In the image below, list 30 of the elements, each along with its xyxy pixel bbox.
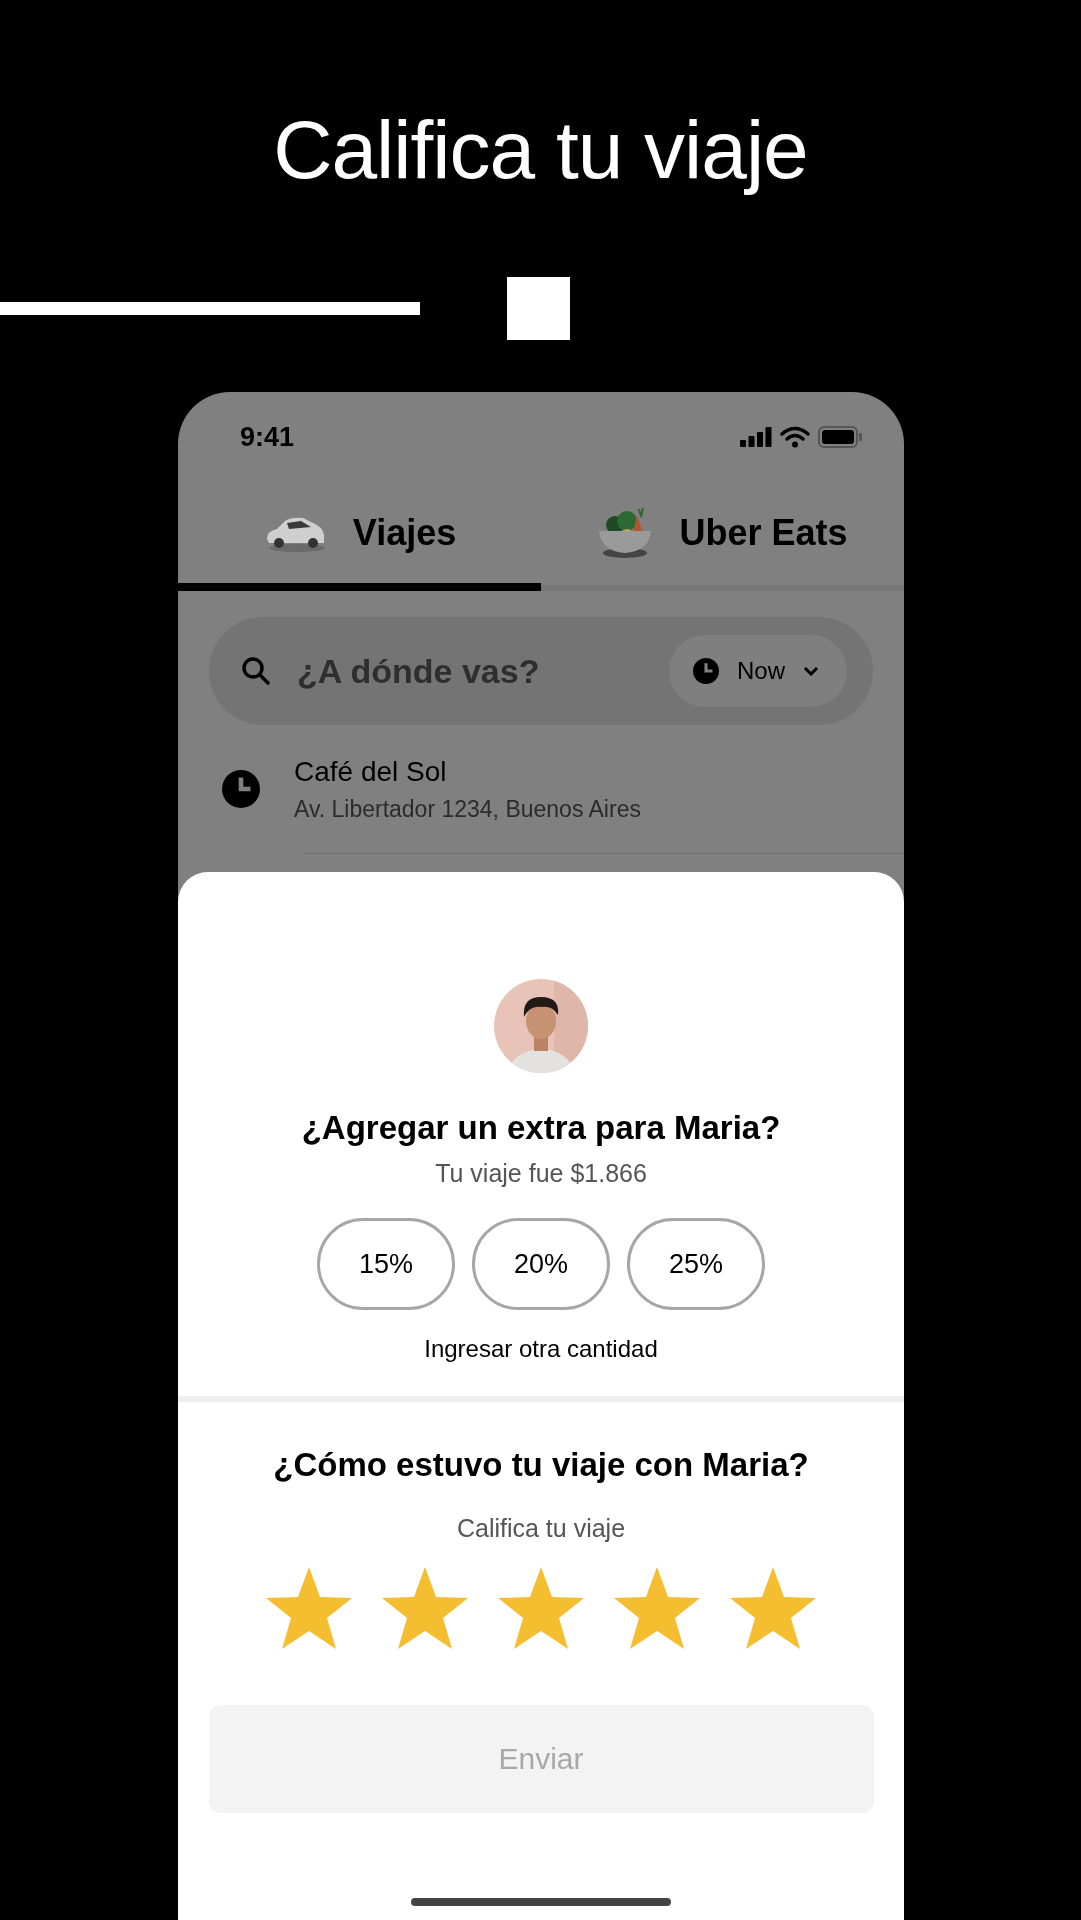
chevron-down-icon (803, 666, 819, 676)
fare-text: Tu viaje fue $1.866 (435, 1159, 647, 1188)
tip-option[interactable]: 20% (472, 1218, 610, 1310)
tip-option[interactable]: 25% (627, 1218, 765, 1310)
tab[interactable]: Viajes (178, 482, 541, 591)
star-icon[interactable] (380, 1565, 470, 1651)
custom-amount-link[interactable]: Ingresar otra cantidad (418, 1334, 664, 1364)
headline: Califica tu viaje (272, 103, 809, 197)
rating-title: ¿Cómo estuvo tu viaje con Maria? (273, 1446, 809, 1484)
battery-icon (818, 426, 862, 448)
bowl-icon (597, 506, 654, 559)
star-icon[interactable] (496, 1565, 586, 1651)
tab[interactable]: Uber Eats (541, 482, 904, 591)
search-icon (241, 656, 271, 686)
rating-prompt: Califica tu viaje (456, 1514, 626, 1543)
star-icon[interactable] (264, 1565, 354, 1651)
status-time: 9:41 (240, 421, 295, 453)
signal-icon (740, 427, 772, 447)
star-icon[interactable] (612, 1565, 702, 1651)
decorative-square (507, 277, 570, 340)
tip-option[interactable]: 15% (317, 1218, 455, 1310)
clock-icon (693, 658, 719, 684)
clock-icon (222, 770, 260, 808)
star-icon[interactable] (728, 1565, 818, 1651)
wifi-icon (780, 426, 810, 448)
search-field[interactable]: ¿A dónde vas? Now (209, 617, 873, 725)
time-chip[interactable]: Now (669, 635, 847, 707)
place-address: Av. Libertador 1234, Buenos Aires (294, 795, 641, 823)
tip-title: ¿Agregar un extra para Maria? (301, 1109, 781, 1147)
place-name[interactable]: Café del Sol (294, 755, 641, 788)
